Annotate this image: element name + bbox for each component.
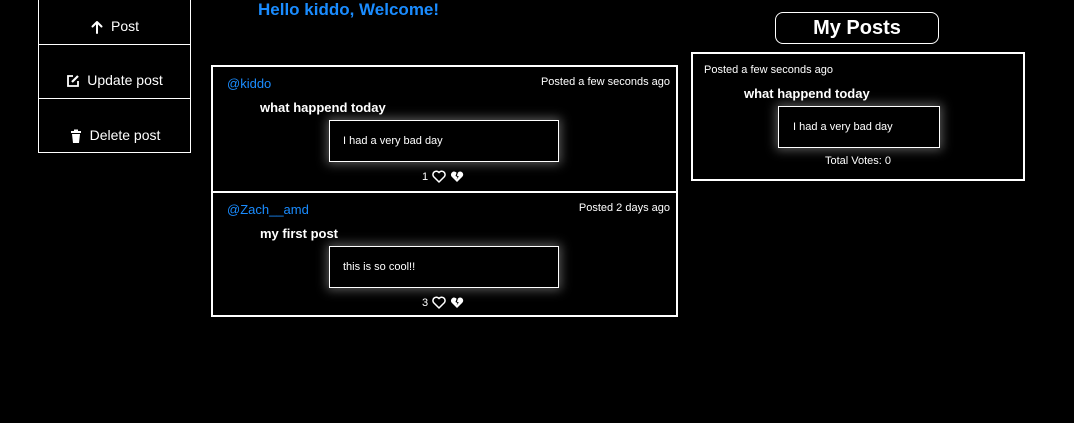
vote-count: 1 — [422, 170, 429, 183]
sidebar: Post Update post Delete post — [38, 0, 191, 153]
post-button-label: Post — [110, 18, 139, 34]
post-timestamp: Posted a few seconds ago — [540, 76, 670, 88]
feed-post: @kiddo Posted a few seconds ago what hap… — [213, 67, 676, 191]
post-author-link[interactable]: @Zach__amd — [227, 202, 309, 217]
delete-post-button[interactable]: Delete post — [39, 98, 190, 152]
broken-heart-icon[interactable] — [450, 296, 464, 309]
my-post-timestamp: Posted a few seconds ago — [704, 64, 834, 76]
trash-icon — [69, 129, 83, 143]
post-body: this is so cool!! — [329, 246, 559, 288]
my-post-card: Posted a few seconds ago what happend to… — [691, 52, 1025, 181]
welcome-message: Hello kiddo, Welcome! — [258, 0, 440, 19]
arrow-up-icon — [90, 20, 104, 34]
like-heart-icon[interactable] — [432, 170, 446, 183]
update-post-button[interactable]: Update post — [39, 44, 190, 98]
my-posts-heading: My Posts — [775, 12, 939, 44]
post-title: what happend today — [260, 100, 386, 115]
post-author-link[interactable]: @kiddo — [227, 76, 271, 91]
feed-post: @Zach__amd Posted 2 days ago my first po… — [213, 191, 676, 315]
vote-count: 3 — [422, 296, 429, 309]
delete-post-label: Delete post — [89, 127, 161, 143]
edit-icon — [66, 74, 80, 88]
my-post-title: what happend today — [744, 86, 870, 101]
post-body: I had a very bad day — [329, 120, 559, 162]
update-post-label: Update post — [87, 72, 163, 88]
post-timestamp: Posted 2 days ago — [578, 202, 670, 214]
my-post-body: I had a very bad day — [778, 106, 940, 148]
post-button[interactable]: Post — [39, 0, 190, 44]
post-feed: @kiddo Posted a few seconds ago what hap… — [211, 65, 678, 317]
like-heart-icon[interactable] — [432, 296, 446, 309]
post-title: my first post — [260, 226, 339, 241]
post-votes: 1 — [422, 170, 464, 183]
total-votes: Total Votes: 0 — [824, 155, 892, 167]
broken-heart-icon[interactable] — [450, 170, 464, 183]
post-votes: 3 — [422, 296, 464, 309]
